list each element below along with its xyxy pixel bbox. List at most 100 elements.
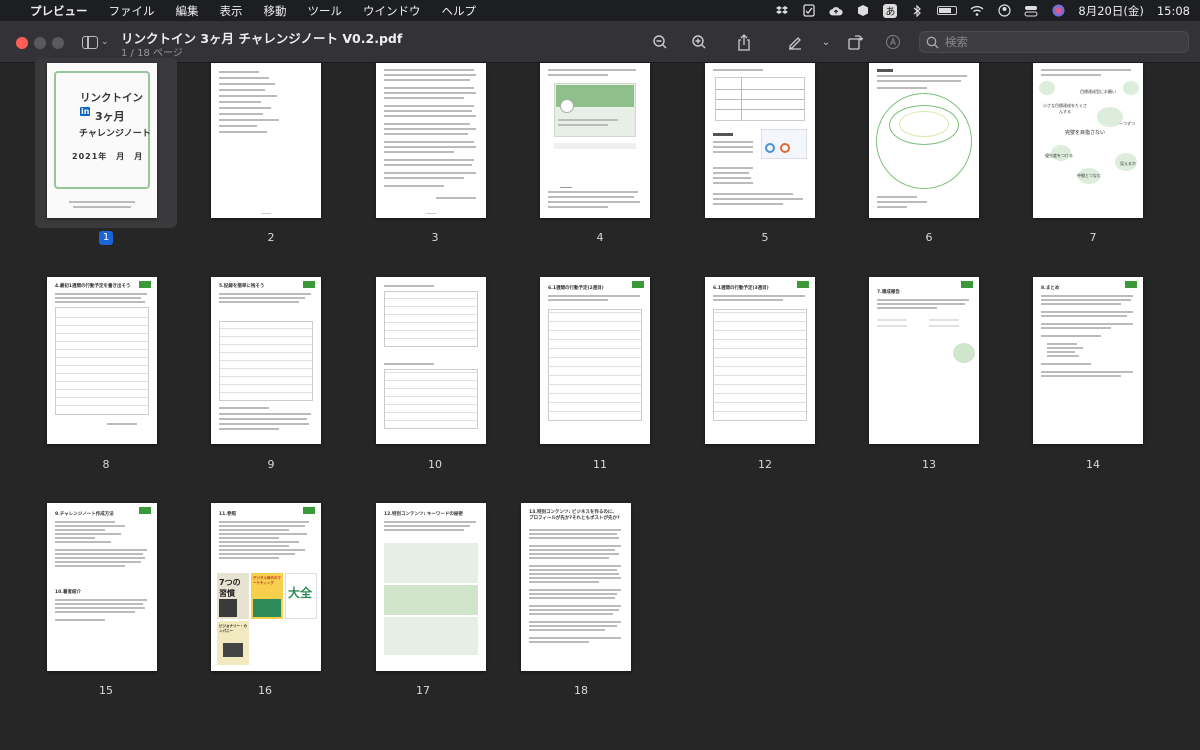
bluetooth-icon[interactable] [910,4,924,17]
menu-view[interactable]: 表示 [220,3,243,19]
menu-window[interactable]: ウインドウ [363,3,421,19]
control-center-icon[interactable] [1024,5,1038,17]
page-thumbnail-8[interactable]: 4.最初1週間の行動予定を書き出そう [47,277,157,444]
page-thumbnail-2[interactable] [211,63,321,218]
page-number-12[interactable]: 12 [745,458,785,471]
book3-title: 大全 [288,586,313,600]
window-toolbar: ⌄ リンクトイン 3ヶ月 チャレンジノート V0.2.pdf 1 / 18 ペー… [0,21,1200,63]
p7-visible: 見えるか [1120,161,1136,166]
page-thumbnail-grid: リンクトイン in 3ヶ月 チャレンジノート 2021年 月 月 目標達成型にお… [0,58,1200,750]
page-number-1[interactable]: 1 [99,231,113,245]
zoom-out-icon [653,35,667,49]
share-icon [738,33,750,51]
menubar-time[interactable]: 15:08 [1157,4,1190,18]
dropbox-icon[interactable] [775,5,789,17]
page-thumbnail-10[interactable] [376,277,486,444]
menu-file[interactable]: ファイル [109,3,155,19]
cover-title-line3: チャレンジノート [79,129,151,139]
markup-menu-chevron[interactable]: ⌄ [816,32,836,52]
page-thumbnail-11[interactable]: 6.1週間の行動予定(2週目) [540,277,650,444]
user-icon[interactable] [997,4,1011,17]
page-number-4[interactable]: 4 [580,231,620,244]
page-number-8[interactable]: 8 [86,458,126,471]
menu-go[interactable]: 移動 [264,3,287,19]
wifi-icon[interactable] [970,5,984,17]
cover-date-line: 2021年 月 月 [72,152,144,161]
cloud-upload-icon[interactable] [829,5,843,17]
cube-icon[interactable] [856,5,870,17]
pencil-icon [789,37,801,50]
p16-title: 11.参照 [219,512,236,517]
p8-title: 4.最初1週間の行動予定を書き出そう [55,284,131,289]
page-thumbnail-6[interactable] [869,63,979,218]
page-thumbnail-7[interactable]: 目標達成型にお願い 小さな目標達成をたくさんする 一つずつ 完璧を目指さない 優… [1033,63,1143,218]
siri-icon[interactable] [1051,4,1065,17]
p11-title: 6.1週間の行動予定(2週目) [548,286,604,291]
menu-help[interactable]: ヘルプ [442,3,477,19]
p15-subtitle: 10.著者紹介 [55,590,81,595]
markup-circle-icon [885,34,901,50]
menubar-date[interactable]: 8月20日(金) [1078,3,1143,19]
page-thumbnail-14[interactable]: 8.まとめ [1033,277,1143,444]
minimize-window-button[interactable] [34,37,46,49]
page-number-7[interactable]: 7 [1073,231,1113,244]
p7-goal-label: 目標達成型にお願い [1080,89,1116,94]
share-button[interactable] [734,32,754,52]
page-thumbnail-12[interactable]: 6.1週間の行動予定(3週目) [705,277,815,444]
page-thumbnail-13[interactable]: 7.達成報告 [869,277,979,444]
menu-edit[interactable]: 編集 [176,3,199,19]
book-cover-3: 大全 [285,573,317,619]
p18-title: 13.特別コンテンツ: ビジネスを作るのに、プロフィールが先か?それともポストが… [529,510,620,521]
page-number-5[interactable]: 5 [745,231,785,244]
sidebar-icon [82,35,98,49]
page-thumbnail-17[interactable]: 12.特別コンテンツ: キーワードの秘密 [376,503,486,671]
page-thumbnail-18[interactable]: 13.特別コンテンツ: ビジネスを作るのに、プロフィールが先か?それともポストが… [521,503,631,671]
document-icon[interactable] [802,4,816,17]
zoom-in-icon [692,35,706,49]
page-thumbnail-5[interactable] [705,63,815,218]
page-number-11[interactable]: 11 [580,458,620,471]
page-thumbnail-9[interactable]: 5.記録を簡単に残そう [211,277,321,444]
page-thumbnail-4[interactable] [540,63,650,218]
page-number-13[interactable]: 13 [909,458,949,471]
close-window-button[interactable] [16,37,28,49]
page-number-17[interactable]: 17 [403,684,443,697]
page-number-6[interactable]: 6 [909,231,949,244]
page-number-14[interactable]: 14 [1073,458,1113,471]
book4-title: ビジョナリー・カンパニー [219,624,247,633]
rotate-button[interactable] [845,32,865,52]
page-number-18[interactable]: 18 [561,684,601,697]
battery-icon[interactable] [937,6,958,15]
annotate-button[interactable] [883,32,903,52]
page-thumbnail-16[interactable]: 11.参照 7つの習慣 デジタル時代のマーケティング 大全 ビジョナリー・カンパ… [211,503,321,671]
menu-app-name[interactable]: プレビュー [30,3,88,19]
p7-not-perfect: 完璧を目指さない [1065,130,1106,136]
menu-tools[interactable]: ツール [308,3,343,19]
p7-priority: 優先度をつける [1045,153,1073,158]
p14-title: 8.まとめ [1041,286,1060,291]
page-number-9[interactable]: 9 [251,458,291,471]
search-input[interactable] [945,35,1165,49]
zoom-window-button[interactable] [52,37,64,49]
page-thumbnail-1[interactable]: リンクトイン in 3ヶ月 チャレンジノート 2021年 月 月 [47,63,157,218]
zoom-out-button[interactable] [650,32,670,52]
input-method-icon[interactable]: あ [883,3,898,18]
page-thumbnail-15[interactable]: 9.チャレンジノート作成方法 10.著者紹介 [47,503,157,671]
p15-title: 9.チャレンジノート作成方法 [55,512,114,517]
book-cover-1: 7つの習慣 [217,573,249,619]
book-cover-4: ビジョナリー・カンパニー [217,621,249,665]
cover-title-line2: 3ヶ月 [95,110,125,123]
zoom-in-button[interactable] [689,32,709,52]
search-field[interactable] [919,31,1189,53]
page-number-10[interactable]: 10 [415,458,455,471]
markup-button[interactable] [785,32,805,52]
menubar: プレビュー ファイル 編集 表示 移動 ツール ウインドウ ヘルプ あ 8月20… [0,0,1200,21]
p17-title: 12.特別コンテンツ: キーワードの秘密 [384,512,463,517]
page-thumbnail-3[interactable] [376,63,486,218]
page-number-3[interactable]: 3 [415,231,455,244]
page-number-15[interactable]: 15 [86,684,126,697]
sidebar-toggle-button[interactable]: ⌄ [82,33,110,51]
p7-friends: 仲間とつなむ [1077,173,1101,178]
page-number-2[interactable]: 2 [251,231,291,244]
page-number-16[interactable]: 16 [245,684,285,697]
